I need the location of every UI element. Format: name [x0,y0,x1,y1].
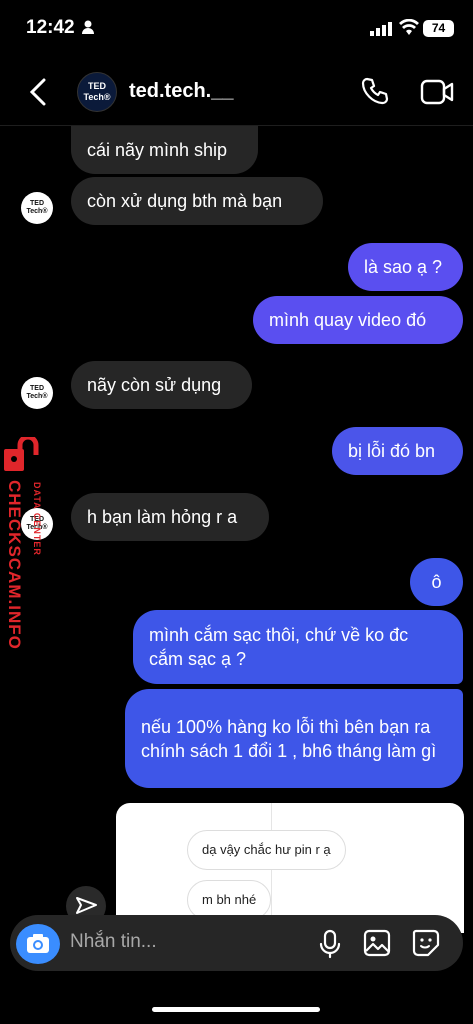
message-outgoing[interactable]: ô [410,558,463,606]
watermark-main: CHECKSCAM.INFO [5,480,24,650]
avatar-text-line2: Tech® [26,208,48,215]
message-outgoing[interactable]: mình quay video đó [253,296,463,344]
image-attachment[interactable]: dạ vậy chắc hư pin r ạ m bh nhé [116,803,464,933]
status-time: 12:42 [26,17,75,38]
sender-avatar: TED Tech® [21,192,53,224]
gallery-icon[interactable] [363,929,391,957]
watermark: CHECKSCAM.INFO DATA CENTER [4,480,42,660]
attachment-bubble: m bh nhé [187,880,272,920]
message-incoming[interactable]: còn xử dụng bth mà bạn [71,177,323,225]
message-incoming[interactable]: h bạn làm hỏng r a [71,493,269,541]
avatar-text-line1: TED [30,200,44,207]
message-outgoing[interactable]: là sao ạ ? [348,243,463,291]
message-outgoing[interactable]: mình cắm sạc thôi, chứ về ko đc cắm sạc … [133,610,463,684]
phone-icon[interactable] [360,76,390,106]
message-incoming[interactable]: nãy còn sử dụng [71,361,252,409]
attachment-bubble: dạ vậy chắc hư pin r ạ [187,830,346,870]
back-chevron-icon[interactable] [28,78,48,106]
message-input[interactable]: Nhắn tin... [70,931,157,953]
signal-icon [370,22,392,36]
sender-avatar: TED Tech® [21,377,53,409]
avatar-text-line2: Tech® [26,393,48,400]
video-call-icon[interactable] [420,78,454,106]
camera-icon [27,934,49,953]
avatar-text-line1: TED [30,385,44,392]
message-outgoing[interactable]: nếu 100% hàng ko lỗi thì bên bạn ra chín… [125,689,463,788]
contact-avatar[interactable]: TED Tech® [77,72,117,112]
lock-icon [4,437,39,471]
avatar-text-line2: Tech® [83,92,111,102]
message-outgoing[interactable]: bị lỗi đó bn [332,427,463,475]
contact-username[interactable]: ted.tech.__ [129,80,233,103]
sticker-icon[interactable] [412,929,442,957]
message-incoming[interactable]: cái nãy mình ship [71,126,258,174]
avatar-text-line1: TED [88,81,106,91]
microphone-icon[interactable] [317,929,343,959]
battery-indicator: 74 [423,20,454,37]
person-icon [82,20,94,34]
home-indicator [152,1007,320,1012]
wifi-icon [399,19,419,35]
watermark-sub: DATA CENTER [32,482,42,556]
camera-button[interactable] [16,924,60,964]
